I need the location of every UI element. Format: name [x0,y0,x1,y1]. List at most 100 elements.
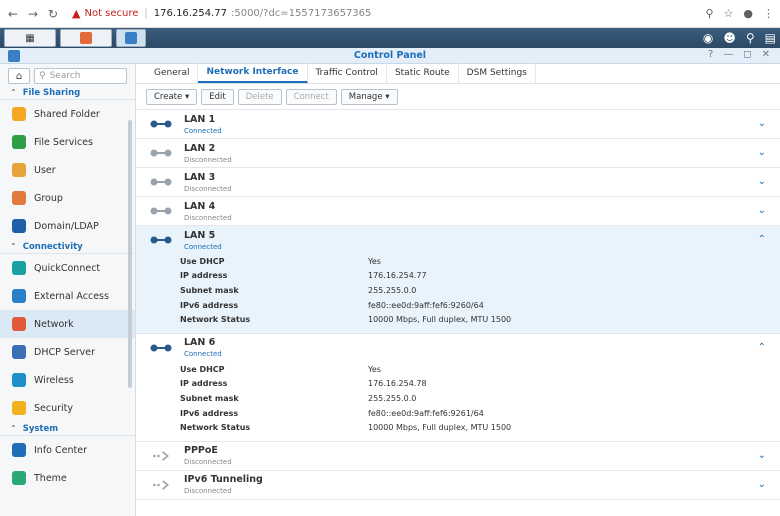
detail-value: 10000 Mbps, Full duplex, MTU 1500 [368,423,512,433]
interface-row[interactable]: LAN 3 Disconnected ⌄ [136,168,780,197]
sidebar-section-title: System [22,423,59,434]
sidebar-item-label: Group [34,192,63,204]
chevron-down-icon[interactable]: ⌄ [758,450,766,461]
chevron-up-icon[interactable]: ⌃ [758,342,766,353]
package-center-button[interactable] [60,29,112,47]
dsm-taskbar: ▦ ◉ ☻ ⚲ ▤ [0,28,780,48]
window-title: Control Panel [353,50,427,61]
sidebar-item-security[interactable]: Security [0,394,135,422]
close-icon[interactable]: ✕ [762,49,770,60]
external-access-icon [12,289,26,303]
sidebar-item-network[interactable]: Network [0,310,135,338]
main-menu-button[interactable]: ▦ [4,29,56,47]
interface-row[interactable]: PPPoE Disconnected ⌄ [136,442,780,471]
interface-row[interactable]: LAN 2 Disconnected ⌄ [136,139,780,168]
interface-row[interactable]: LAN 6 Connected ⌃ Use DHCP Yes IP address 176.… [136,334,780,442]
sidebar-section-title: File Sharing [22,87,81,98]
chat-icon[interactable]: ◉ [703,31,713,45]
sidebar-section[interactable]: ⌃ System [0,422,135,436]
detail-value: fe80::ee0d:9aff:fef6:9261/64 [368,408,484,418]
create-button[interactable]: Create ▾ [146,88,198,105]
sidebar-item-theme[interactable]: Theme [0,464,135,492]
sidebar-item-shared-folder[interactable]: Shared Folder [0,100,135,128]
chevron-down-icon[interactable]: ⌄ [758,205,766,216]
chevron-down-icon[interactable]: ⌄ [758,176,766,187]
delete-button[interactable]: Delete [237,88,282,105]
file-services-icon [12,135,26,149]
interface-row[interactable]: LAN 4 Disconnected ⌄ [136,197,780,226]
key-icon[interactable]: ⚲ [705,7,713,20]
interface-status: Connected [184,350,222,359]
detail-key: IPv6 address [180,300,239,310]
tab-dsm-settings[interactable]: DSM Settings [459,63,536,83]
back-icon[interactable]: ← [6,7,20,21]
detail-value: 255.255.0.0 [368,393,417,403]
sidebar-item-external-access[interactable]: External Access [0,282,135,310]
ethernet-icon [150,178,172,186]
tab-general[interactable]: General [146,63,199,83]
sidebar-item-dhcp-server[interactable]: DHCP Server [0,338,135,366]
menu-icon[interactable]: ⋮ [763,7,774,20]
url-host: 176.16.254.77 [153,8,227,19]
sidebar-item-label: Theme [34,472,67,484]
chevron-down-icon[interactable]: ⌄ [758,118,766,129]
chevron-down-icon[interactable]: ⌄ [758,147,766,158]
sidebar-item-group[interactable]: Group [0,184,135,212]
tab-static-route[interactable]: Static Route [387,63,459,83]
interface-name: LAN 1 [184,113,216,125]
address-bar[interactable]: ▲ Not secure | 176.16.254.77:5000/?dc=15… [66,4,699,24]
manage-button[interactable]: Manage ▾ [340,88,398,105]
chevron-up-icon[interactable]: ⌃ [758,234,766,245]
sidebar-item-quickconnect[interactable]: QuickConnect [0,254,135,282]
control-panel-taskbar-button[interactable] [116,29,146,47]
home-button[interactable]: ⌂ [8,68,30,84]
caret-down-icon: ▾ [385,91,390,102]
sidebar-item-file-services[interactable]: File Services [0,128,135,156]
help-icon[interactable]: ? [708,49,713,60]
detail-key: IP address [180,379,228,389]
account-icon[interactable]: ☻ [723,31,736,45]
tab-traffic-control[interactable]: Traffic Control [308,63,387,83]
window-titlebar: Control Panel ? — ◻ ✕ [0,48,780,64]
maximize-icon[interactable]: ◻ [743,49,751,60]
detail-key: Network Status [180,315,251,325]
warning-icon: ▲ [72,7,81,20]
sidebar-section[interactable]: ⌃ Connectivity [0,240,135,254]
sidebar-item-label: DHCP Server [34,346,95,358]
sidebar-item-info-center[interactable]: Info Center [0,436,135,464]
tab-network-interface[interactable]: Network Interface [198,63,308,83]
search-input[interactable]: ⚲ Search [34,68,127,84]
interface-row[interactable]: LAN 5 Connected ⌃ Use DHCP Yes IP address 176.… [136,226,780,334]
detail-value: 176.16.254.78 [368,379,427,389]
sidebar-scrollbar[interactable] [128,120,132,388]
forward-icon[interactable]: → [26,7,40,21]
chevron-up-icon: ⌃ [10,424,17,433]
profile-icon[interactable]: ● [743,7,753,20]
action-toolbar: Create ▾ Edit Delete Connect Manage ▾ [136,84,780,110]
url-rest: :5000/?dc=1557173657365 [230,8,372,19]
ethernet-icon [150,120,172,128]
edit-button[interactable]: Edit [201,88,234,105]
tab-bar: General Network Interface Traffic Contro… [136,63,780,84]
browser-toolbar: ← → ↻ ▲ Not secure | 176.16.254.77:5000/… [0,0,780,28]
chevron-up-icon: ⌃ [10,242,17,251]
interface-row[interactable]: IPv6 Tunneling Disconnected ⌄ [136,471,780,500]
interface-row[interactable]: LAN 1 Connected ⌄ [136,110,780,139]
sidebar-section[interactable]: ⌃ File Sharing [0,86,135,100]
security-label: Not secure [84,8,139,19]
sidebar-item-wireless[interactable]: Wireless [0,366,135,394]
search-taskbar-icon[interactable]: ⚲ [746,31,755,45]
connect-button[interactable]: Connect [285,88,337,105]
search-icon: ⚲ [39,71,46,81]
home-icon: ⌂ [15,70,23,82]
theme-icon [12,471,26,485]
ethernet-icon [150,207,172,215]
sidebar-item-domain-ldap[interactable]: Domain/LDAP [0,212,135,240]
reload-icon[interactable]: ↻ [46,7,60,21]
chevron-down-icon[interactable]: ⌄ [758,479,766,490]
minimize-icon[interactable]: — [723,49,733,60]
star-icon[interactable]: ☆ [724,7,734,20]
interface-status: Disconnected [184,213,232,222]
widgets-icon[interactable]: ▤ [765,31,776,45]
sidebar-item-user[interactable]: User [0,156,135,184]
